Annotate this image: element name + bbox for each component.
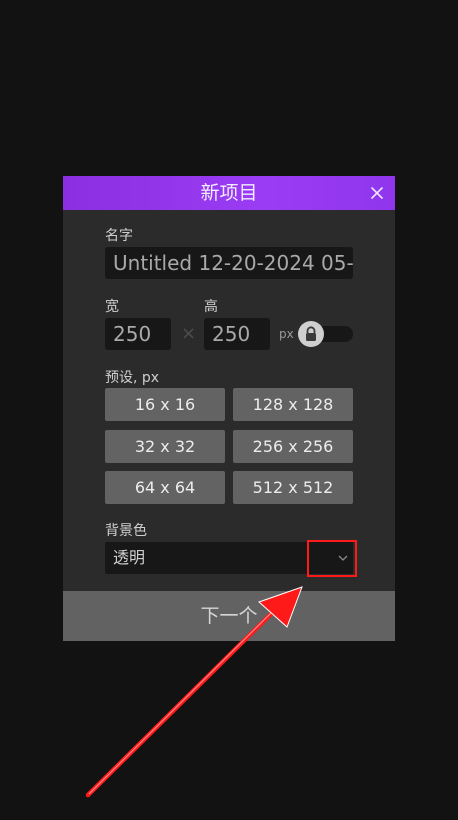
name-input[interactable]: Untitled 12-20-2024 05-4 <box>105 247 353 279</box>
lock-icon[interactable] <box>298 321 324 347</box>
height-input[interactable]: 250 <box>204 318 270 350</box>
width-label: 宽 <box>105 299 119 315</box>
preset-button[interactable]: 16 x 16 <box>105 388 225 421</box>
preset-button[interactable]: 64 x 64 <box>105 471 225 504</box>
lock-icon-glyph <box>306 326 316 341</box>
background-select-value: 透明 <box>113 548 146 567</box>
highlight-box <box>307 540 357 577</box>
background-label: 背景色 <box>105 523 147 539</box>
dialog-titlebar: 新项目 <box>63 176 395 210</box>
presets-label: 预设, px <box>105 370 160 386</box>
preset-button[interactable]: 512 x 512 <box>233 471 353 504</box>
width-input[interactable]: 250 <box>105 318 171 350</box>
preset-button[interactable]: 128 x 128 <box>233 388 353 421</box>
preset-button[interactable]: 256 x 256 <box>233 430 353 463</box>
next-button[interactable]: 下一个 <box>63 591 395 641</box>
name-label: 名字 <box>105 228 133 244</box>
close-icon[interactable] <box>367 183 387 203</box>
preset-button[interactable]: 32 x 32 <box>105 430 225 463</box>
unit-label: px <box>279 327 294 341</box>
close-icon-glyph <box>371 187 383 199</box>
times-symbol: × <box>181 323 197 344</box>
height-label: 高 <box>204 299 218 315</box>
dialog-title: 新项目 <box>200 182 258 204</box>
